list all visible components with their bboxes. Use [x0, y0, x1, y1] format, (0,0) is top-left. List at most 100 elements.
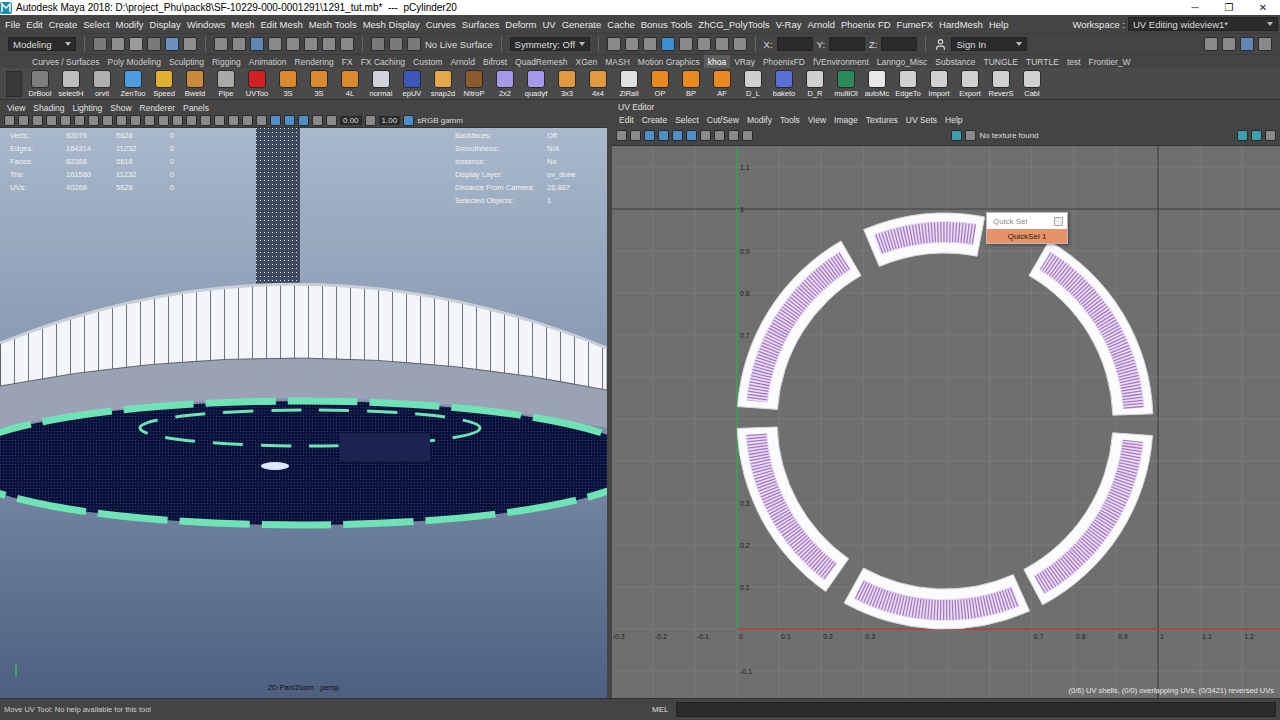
menu-item[interactable]: Edit Mesh	[258, 19, 306, 30]
viewport-tool-icon[interactable]	[102, 115, 113, 126]
shelf-button[interactable]: 2x2	[492, 70, 518, 98]
menu-item[interactable]: File	[2, 19, 23, 30]
shelf-tab[interactable]: Poly Modeling	[104, 55, 165, 68]
uv-tool-icon[interactable]	[714, 130, 725, 141]
viewport-tool-icon[interactable]	[270, 115, 281, 126]
menu-item[interactable]: Edit	[23, 19, 45, 30]
gamma-field[interactable]: 1.00	[379, 116, 401, 125]
uv-tool-icon[interactable]	[630, 130, 641, 141]
viewport-tool-icon[interactable]	[284, 115, 295, 126]
window-control-button[interactable]: ✕	[1246, 2, 1280, 13]
menu-item[interactable]: ZhCG_PolyTools	[695, 19, 772, 30]
shelf-tab[interactable]: FX	[338, 55, 357, 68]
shelf-button[interactable]: Export	[957, 70, 983, 98]
tool-icon[interactable]	[93, 37, 107, 51]
live-surface-label[interactable]: No Live Surface	[425, 39, 493, 50]
panel-menu-item[interactable]: Edit	[616, 115, 637, 125]
shelf-button[interactable]: Bweld	[182, 70, 208, 98]
shelf-button[interactable]: Pipe	[213, 70, 239, 98]
panel-menu-item[interactable]: View	[4, 103, 28, 113]
shelf-button[interactable]: 3S	[306, 70, 332, 98]
uv-canvas[interactable]: 1.110.90.80.70.30.20.1-0.1-0.3-0.2-0.100…	[612, 146, 1280, 698]
shelf-tab[interactable]: PhoenixFD	[759, 55, 809, 68]
tool-icon[interactable]	[304, 37, 318, 51]
tool-icon[interactable]	[389, 37, 403, 51]
viewport-tool-icon[interactable]	[256, 115, 267, 126]
uv-display-icon[interactable]	[1265, 130, 1276, 141]
tool-icon[interactable]	[322, 37, 336, 51]
checker-icon[interactable]	[965, 130, 976, 141]
menu-item[interactable]: Deform	[502, 19, 539, 30]
tool-icon[interactable]	[1240, 37, 1254, 51]
tool-icon[interactable]	[715, 37, 729, 51]
shelf-button[interactable]: orvit	[89, 70, 115, 98]
texture-icon[interactable]	[951, 130, 962, 141]
uv-shell[interactable]	[738, 241, 862, 409]
script-language-label[interactable]: MEL	[652, 705, 668, 714]
viewport-tool-icon[interactable]	[298, 115, 309, 126]
panel-menu-item[interactable]: Show	[107, 103, 134, 113]
color-management-icon[interactable]	[403, 115, 414, 126]
uv-display-icon[interactable]	[1237, 130, 1248, 141]
viewport-tool-icon[interactable]	[116, 115, 127, 126]
coordinate-field[interactable]	[881, 37, 917, 51]
shelf-tab[interactable]: khoa	[704, 55, 730, 68]
panel-menu-item[interactable]: View	[805, 115, 829, 125]
shelf-button[interactable]: ReverS	[988, 70, 1014, 98]
shelf-tab[interactable]: Motion Graphics	[634, 55, 704, 68]
shelf-options-icon[interactable]	[6, 71, 22, 97]
viewport-tool-icon[interactable]	[326, 115, 337, 126]
viewport-tool-icon[interactable]	[200, 115, 211, 126]
menu-item[interactable]: Arnold	[805, 19, 838, 30]
shelf-button[interactable]: baketo	[771, 70, 797, 98]
menu-item[interactable]: Create	[46, 19, 81, 30]
menu-item[interactable]: Mesh Display	[360, 19, 423, 30]
viewport-tool-icon[interactable]	[60, 115, 71, 126]
shelf-tab[interactable]: TURTLE	[1022, 55, 1063, 68]
uv-shell[interactable]	[844, 568, 1030, 629]
tool-icon[interactable]	[111, 37, 125, 51]
tool-icon[interactable]	[1222, 37, 1236, 51]
tear-off-icon[interactable]	[1054, 217, 1063, 226]
quick-select-item[interactable]: QuickSel 1	[987, 229, 1067, 243]
uv-shell[interactable]	[737, 427, 849, 592]
shelf-button[interactable]: Cabl	[1019, 70, 1045, 98]
menu-item[interactable]: UV	[539, 19, 558, 30]
tool-icon[interactable]	[607, 37, 621, 51]
shelf-tab[interactable]: test	[1063, 55, 1085, 68]
shelf-button[interactable]: OP	[647, 70, 673, 98]
shelf-button[interactable]: normal	[368, 70, 394, 98]
uv-tool-icon[interactable]	[672, 130, 683, 141]
shelf-tab[interactable]: Custom	[409, 55, 446, 68]
uv-tool-icon[interactable]	[644, 130, 655, 141]
window-control-button[interactable]: ❐	[1212, 2, 1246, 13]
viewport-tool-icon[interactable]	[214, 115, 225, 126]
uv-tool-icon[interactable]	[742, 130, 753, 141]
shelf-button[interactable]: ZenToo	[120, 70, 146, 98]
viewport-tool-icon[interactable]	[130, 115, 141, 126]
viewport-tool-icon[interactable]	[144, 115, 155, 126]
sign-in-dropdown[interactable]: Sign In	[951, 37, 1027, 51]
shelf-tab[interactable]: fVEnvironment	[809, 55, 873, 68]
shelf-button[interactable]: NitroP	[461, 70, 487, 98]
tool-icon[interactable]	[697, 37, 711, 51]
menu-item[interactable]: Windows	[184, 19, 229, 30]
panel-menu-item[interactable]: Lighting	[69, 103, 105, 113]
shelf-tab[interactable]: TUNGLE	[980, 55, 1022, 68]
shelf-button[interactable]: quadyf	[523, 70, 549, 98]
tool-icon[interactable]	[129, 37, 143, 51]
panel-menu-item[interactable]: Image	[831, 115, 861, 125]
tool-icon[interactable]	[340, 37, 354, 51]
shelf-button[interactable]: ZiRail	[616, 70, 642, 98]
shelf-button[interactable]: UVToo	[244, 70, 270, 98]
tool-icon[interactable]	[407, 37, 421, 51]
uv-display-icon[interactable]	[1251, 130, 1262, 141]
menu-item[interactable]: V-Ray	[773, 19, 805, 30]
uv-tool-icon[interactable]	[700, 130, 711, 141]
shelf-tab[interactable]: Rendering	[291, 55, 338, 68]
menu-item[interactable]: Cache	[604, 19, 637, 30]
shelf-button[interactable]: epUV	[399, 70, 425, 98]
menu-item[interactable]: Generate	[559, 19, 605, 30]
uv-tool-icon[interactable]	[686, 130, 697, 141]
panel-menu-item[interactable]: Textures	[863, 115, 901, 125]
